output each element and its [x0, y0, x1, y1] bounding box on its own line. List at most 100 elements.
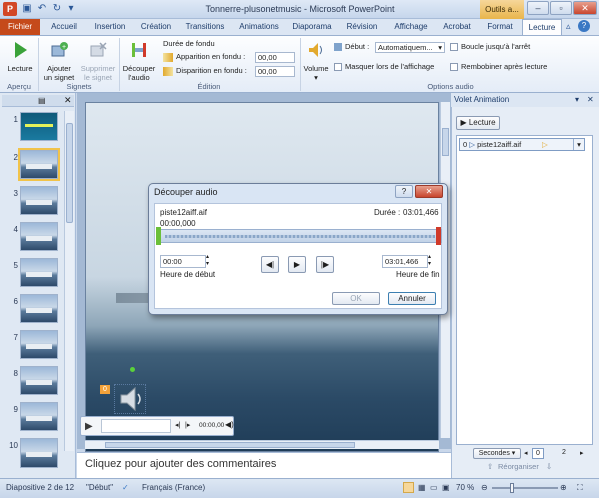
previous-frame-button[interactable]: ◀| [261, 256, 279, 273]
progress-track[interactable] [101, 419, 171, 433]
start-time-input[interactable]: 00:00 [160, 255, 206, 268]
slide-thumbnail-selected[interactable] [18, 148, 60, 181]
checkbox[interactable] [450, 63, 458, 72]
audio-player-bar: ▶ ◂| |▸ 00:00,00 ◀) [80, 416, 234, 436]
trim-end-handle[interactable] [436, 227, 441, 245]
player-volume-icon[interactable]: ◀) [225, 420, 234, 429]
audio-object[interactable] [114, 384, 146, 414]
start-select[interactable]: Automatiquem... ▾ [375, 42, 445, 53]
reading-view-icon[interactable]: ▭ [430, 479, 438, 497]
fit-to-window-icon[interactable]: ⛶ [577, 479, 583, 497]
hide-during-show-checkbox[interactable]: Masquer lors de l'affichage [334, 62, 434, 72]
dialog-help-button[interactable]: ? [395, 185, 413, 198]
slide-thumbnail[interactable] [20, 402, 58, 431]
add-bookmark-button[interactable]: + Ajouter un signet [40, 40, 78, 82]
maximize-button[interactable]: ▫ [550, 1, 572, 15]
tab-transitions[interactable]: Transitions [180, 19, 230, 35]
tab-animations[interactable]: Animations [234, 19, 284, 35]
save-icon[interactable]: ▣ [20, 2, 34, 16]
chevron-down-icon[interactable]: ▾ [575, 93, 579, 107]
tab-slideshow[interactable]: Diaporama [288, 19, 336, 35]
close-icon[interactable]: ✕ [587, 93, 594, 107]
fade-out-input[interactable]: 00,00 [255, 66, 295, 77]
volume-button[interactable]: Volume ▾ [302, 40, 330, 82]
close-icon[interactable]: ✕ [64, 95, 72, 106]
slide-thumbnail[interactable] [20, 222, 58, 251]
slide-thumbnail[interactable] [20, 294, 58, 323]
redo-icon[interactable]: ↻ [50, 2, 64, 16]
zoom-slider[interactable] [492, 487, 558, 489]
rewind-checkbox[interactable]: Rembobiner après lecture [450, 62, 547, 72]
notes-field[interactable]: Cliquez pour ajouter des commentaires [77, 452, 451, 478]
reorder-up-icon[interactable]: ⇧ [487, 462, 493, 471]
skip-back-icon[interactable]: ◂| [175, 421, 180, 429]
zoom-level[interactable]: 70 % [456, 479, 474, 497]
slideshow-icon[interactable]: ▣ [442, 479, 450, 497]
start-time-spinner-icon[interactable]: ▴ ▾ [206, 254, 209, 268]
help-icon[interactable]: ? [578, 20, 590, 32]
undo-icon[interactable]: ↶ [35, 2, 49, 16]
slide-thumbnail[interactable] [20, 258, 58, 287]
end-time-spinner-icon[interactable]: ▴ ▾ [428, 254, 431, 268]
slide-thumbnail[interactable] [20, 330, 58, 359]
tab-insert[interactable]: Insertion [88, 19, 132, 35]
timeline-prev-icon[interactable]: ◂ [524, 449, 528, 457]
scroll-thumb[interactable] [66, 123, 73, 223]
horizontal-scrollbar[interactable] [85, 440, 439, 449]
next-frame-button[interactable]: |▶ [316, 256, 334, 273]
seconds-dropdown[interactable]: Secondes ▾ [473, 448, 521, 459]
slide-sorter-icon[interactable]: ▦ [418, 479, 426, 497]
ok-button[interactable]: OK [332, 292, 380, 305]
chevron-down-icon[interactable]: ▾ [573, 139, 584, 150]
tab-playback[interactable]: Lecture [522, 19, 562, 36]
zoom-in-icon[interactable]: ⊕ [560, 479, 567, 497]
cancel-button[interactable]: Annuler [388, 292, 436, 305]
end-time-input[interactable]: 03:01,466 [382, 255, 428, 268]
audio-waveform[interactable] [158, 229, 442, 243]
tab-acrobat[interactable]: Acrobat [438, 19, 476, 35]
checkbox[interactable] [334, 63, 342, 72]
trim-audio-button[interactable]: Découper l'audio [120, 40, 158, 82]
slides-view-icon[interactable]: ▤ [38, 96, 46, 105]
zoom-out-icon[interactable]: ⊖ [481, 479, 488, 497]
tab-home[interactable]: Accueil [44, 19, 84, 35]
spellcheck-icon[interactable]: ✓ [122, 479, 129, 497]
slides-scrollbar[interactable] [64, 111, 74, 451]
customize-qat-icon[interactable]: ▾ [64, 2, 78, 16]
preview-play-button[interactable]: Lecture [4, 40, 36, 73]
powerpoint-icon[interactable]: P [3, 2, 17, 16]
pane-play-button[interactable]: ▶ Lecture [456, 116, 500, 130]
zoom-slider-thumb[interactable] [510, 483, 514, 493]
dialog-close-button[interactable]: ✕ [415, 185, 443, 198]
normal-view-icon[interactable] [403, 482, 414, 493]
skip-forward-icon[interactable]: |▸ [185, 421, 190, 429]
scroll-thumb[interactable] [105, 442, 355, 448]
tab-design[interactable]: Création [136, 19, 176, 35]
close-button[interactable]: ✕ [573, 1, 597, 15]
animation-list-item[interactable]: 0 ▷ piste12aiff.aif ▷ ▾ [459, 138, 585, 151]
minimize-ribbon-icon[interactable]: ▵ [566, 21, 571, 32]
loop-checkbox[interactable]: Boucle jusqu'à l'arrêt [450, 42, 530, 52]
slide-thumbnail[interactable] [20, 186, 58, 215]
timeline-next-icon[interactable]: ▸ [580, 449, 584, 457]
group-editing-label: Édition [197, 82, 221, 91]
slide-thumbnail[interactable] [20, 366, 58, 395]
tab-review[interactable]: Révision [340, 19, 384, 35]
fade-in-input[interactable]: 00,00 [255, 52, 295, 63]
checkbox[interactable] [450, 43, 458, 52]
reorder-down-icon[interactable]: ⇩ [546, 462, 552, 471]
slide-thumbnail[interactable] [20, 438, 58, 468]
play-trigger-icon: ▷ [469, 140, 478, 149]
tab-format[interactable]: Format [482, 19, 518, 35]
tab-file[interactable]: Fichier [0, 19, 40, 35]
tab-view[interactable]: Affichage [388, 19, 434, 35]
scroll-thumb[interactable] [442, 128, 449, 156]
slide-number: 8 [13, 369, 18, 378]
play-preview-button[interactable]: ▶ [288, 256, 306, 273]
minimize-button[interactable]: – [527, 1, 549, 15]
rotate-handle[interactable] [130, 367, 135, 372]
slide-thumbnail[interactable] [20, 112, 58, 141]
trim-start-handle[interactable] [156, 227, 161, 245]
play-icon[interactable]: ▶ [85, 421, 93, 432]
remove-bookmark-button[interactable]: Supprimer le signet [78, 40, 118, 82]
